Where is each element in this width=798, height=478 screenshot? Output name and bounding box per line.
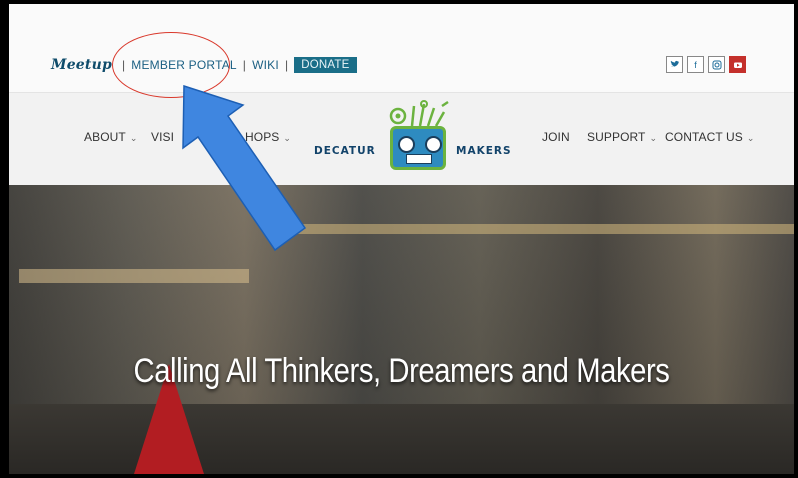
- chevron-down-icon: ⌄: [283, 133, 292, 143]
- separator: |: [242, 58, 247, 72]
- wiki-link[interactable]: WIKI: [252, 58, 279, 72]
- nav-contact[interactable]: CONTACT US ⌄: [665, 130, 755, 144]
- site-logo[interactable]: DECATUR MAKERS: [314, 100, 512, 182]
- social-icons: f: [666, 56, 746, 73]
- nav-visit[interactable]: VISI: [151, 130, 174, 144]
- hero-shelf: [269, 224, 794, 234]
- hero-title: Calling All Thinkers, Dreamers and Maker…: [133, 352, 670, 390]
- browser-frame: Meetup | MEMBER PORTAL | WIKI | DONATE f…: [9, 4, 794, 474]
- hero-floor: [9, 404, 794, 474]
- nav-visit-label: VISI: [151, 130, 175, 144]
- chevron-down-icon: ⌄: [746, 133, 755, 143]
- youtube-icon[interactable]: [729, 56, 746, 73]
- meetup-logo[interactable]: Meetup: [51, 57, 112, 73]
- robot-mouth: [406, 154, 432, 164]
- separator: |: [284, 58, 289, 72]
- nav-join[interactable]: JOIN: [542, 130, 570, 144]
- nav-support[interactable]: SUPPORT ⌄: [587, 130, 657, 144]
- nav-about[interactable]: ABOUT ⌄: [84, 130, 138, 144]
- nav-join-label: JOIN: [542, 130, 570, 144]
- hero-shelf: [19, 269, 249, 283]
- robot-eye: [425, 136, 442, 153]
- chevron-down-icon: ⌄: [649, 133, 658, 143]
- nav-workshops[interactable]: HOPS ⌄: [245, 130, 291, 144]
- instagram-icon[interactable]: [708, 56, 725, 73]
- nav-support-label: SUPPORT: [587, 130, 646, 144]
- nav-about-label: ABOUT: [84, 130, 126, 144]
- annotation-circle: [112, 32, 230, 98]
- donate-button[interactable]: DONATE: [294, 57, 357, 73]
- nav-contact-label: CONTACT US: [665, 130, 743, 144]
- logo-text-left: DECATUR: [314, 145, 376, 157]
- facebook-glyph: f: [694, 59, 697, 70]
- robot-eye: [398, 136, 415, 153]
- chevron-down-icon: ⌄: [129, 133, 138, 143]
- logo-text-right: MAKERS: [456, 145, 512, 157]
- facebook-icon[interactable]: f: [687, 56, 704, 73]
- twitter-icon[interactable]: [666, 56, 683, 73]
- robot-icon: [390, 126, 446, 170]
- nav-workshops-label: HOPS: [245, 130, 280, 144]
- gears-icon: [389, 100, 449, 127]
